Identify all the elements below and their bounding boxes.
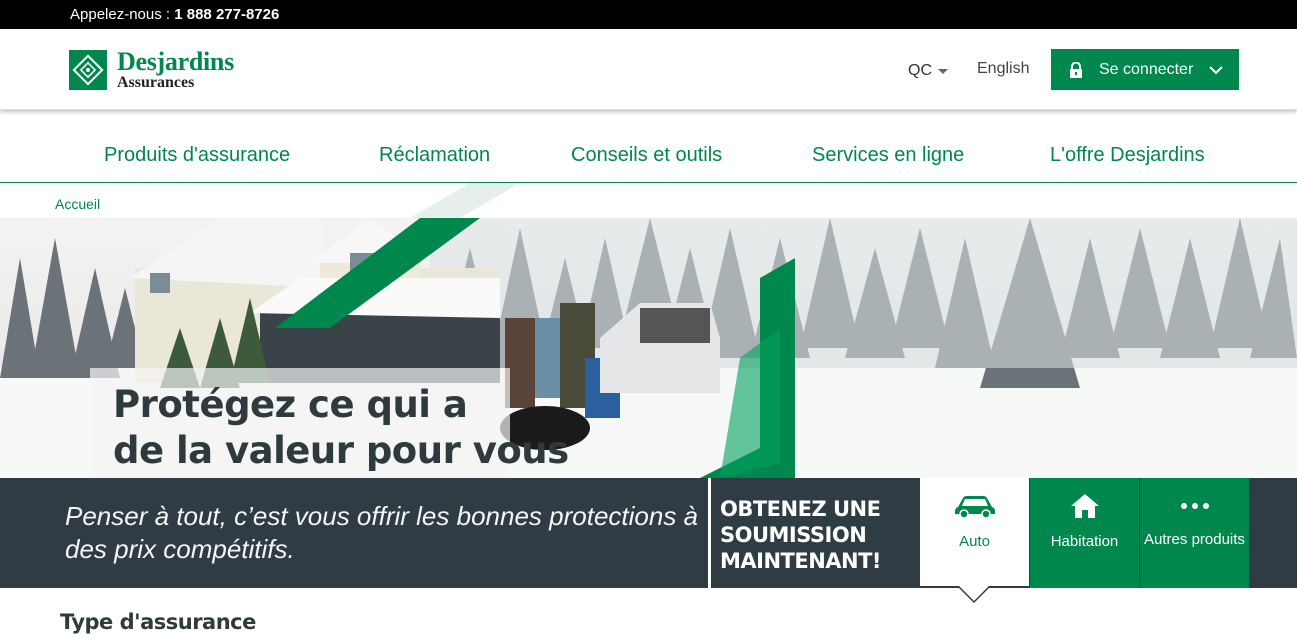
quote-panel: Penser à tout, c’est vous offrir les bon…: [0, 478, 1297, 588]
quote-cta-heading: OBTENEZ UNE SOUMISSION MAINTENANT!: [720, 496, 882, 574]
house-icon: [1070, 494, 1099, 518]
tile-habitation-label: Habitation: [1050, 533, 1119, 550]
quote-tile-habitation[interactable]: Habitation: [1030, 478, 1139, 588]
caret-down-icon: [938, 68, 948, 74]
hero-title-line1: Protégez ce qui a: [113, 383, 468, 426]
car-icon: [954, 496, 995, 518]
hero-title-line2: de la valeur pour vous: [113, 429, 569, 472]
phone-number[interactable]: 1 888 277-8726: [174, 6, 279, 23]
hero-title: Protégez ce qui a de la valeur pour vous: [113, 382, 569, 474]
nav-item-reclamation[interactable]: Réclamation: [379, 144, 490, 167]
call-us-label: Appelez-nous :: [70, 6, 175, 23]
desjardins-logo-icon: [69, 50, 107, 90]
cta-line3: MAINTENANT!: [720, 549, 882, 573]
chevron-down-icon: [1209, 65, 1223, 74]
quote-tile-other-products[interactable]: Autres produits: [1140, 478, 1249, 588]
more-dots-icon: [1180, 503, 1209, 509]
login-button[interactable]: Se connecter: [1051, 49, 1239, 90]
region-selector[interactable]: QC: [908, 62, 948, 80]
divider: [708, 478, 711, 588]
promo-tagline: Penser à tout, c’est vous offrir les bon…: [65, 501, 699, 564]
desjardins-logo[interactable]: Desjardins Assurances: [69, 49, 234, 91]
site-header: Desjardins Assurances QC English Se conn…: [0, 29, 1297, 110]
language-link[interactable]: English: [977, 60, 1029, 78]
quote-tile-auto[interactable]: Auto: [920, 478, 1029, 586]
main-nav: Produits d'assurance Réclamation Conseil…: [0, 110, 1297, 183]
breadcrumb-home-link[interactable]: Accueil: [55, 196, 100, 212]
nav-item-services[interactable]: Services en ligne: [812, 144, 964, 167]
tile-auto-label: Auto: [959, 533, 990, 550]
breadcrumb: Accueil: [0, 183, 1297, 218]
lock-icon: [1070, 61, 1082, 78]
cta-line1: OBTENEZ UNE: [720, 497, 881, 521]
hero-banner: Protégez ce qui a de la valeur pour vous: [0, 218, 1297, 478]
login-label: Se connecter: [1099, 60, 1194, 78]
tile-other-label: Autres produits: [1144, 531, 1245, 548]
decorative-stripe: [410, 183, 520, 218]
nav-item-offre[interactable]: L'offre Desjardins: [1050, 144, 1205, 167]
nav-item-conseils[interactable]: Conseils et outils: [571, 144, 722, 167]
logo-subtitle: Assurances: [117, 74, 195, 91]
cta-line2: SOUMISSION: [720, 523, 867, 547]
selected-tile-indicator: [958, 586, 990, 604]
nav-item-produits[interactable]: Produits d'assurance: [104, 144, 290, 167]
topbar: Appelez-nous : 1 888 277-8726: [0, 0, 1297, 29]
region-label: QC: [908, 62, 932, 79]
logo-name: Desjardins: [117, 47, 234, 76]
insurance-type-heading: Type d'assurance: [60, 610, 256, 634]
